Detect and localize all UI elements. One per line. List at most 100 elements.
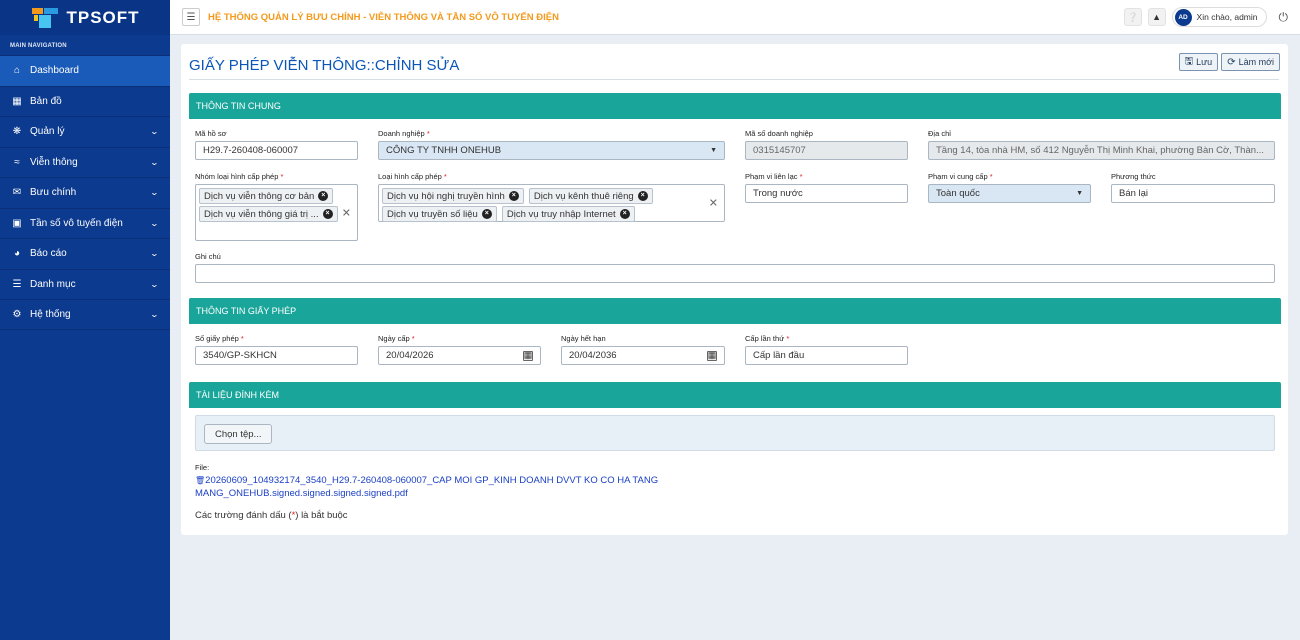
pham-vi-lien-lac-input[interactable]: Trong nước [745, 184, 908, 203]
home-icon: ⌂ [13, 65, 21, 77]
sidebar-item-catalog[interactable]: ☰ Danh mục ⌄ [0, 268, 170, 300]
refresh-icon: ⟳ [1227, 56, 1236, 68]
sidebar-item-dashboard[interactable]: ⌂ Dashboard [0, 55, 170, 86]
field-ngay-cap: Ngày cấp * 20/04/2026 ▦ [378, 334, 541, 365]
loai-hinh-multiselect[interactable]: Dịch vụ hội nghị truyền hình × Dịch vụ kê… [378, 184, 725, 222]
attached-file-link[interactable]: 🗑20260609_104932174_3540_H29.7-260408-06… [195, 474, 675, 500]
field-ghi-chu: Ghi chú [195, 252, 1275, 283]
so-giay-phep-label: Số giấy phép * [195, 334, 358, 343]
ngay-het-han-label: Ngày hết hạn [561, 334, 606, 343]
sidebar-item-label: Quản lý [30, 126, 65, 138]
required-note: Các trường đánh dấu (*) là bắt buộc [195, 510, 348, 521]
required-mark: * [989, 172, 993, 181]
doanh-nghiep-select[interactable]: CÔNG TY TNHH ONEHUB ▼ [378, 141, 725, 160]
field-ma-so-dn: Mã số doanh nghiệp 0315145707 [745, 129, 908, 160]
field-phuong-thuc: Phương thức Bán lại [1111, 172, 1275, 203]
save-label: Lưu [1196, 57, 1213, 67]
sidebar-item-system[interactable]: ⚙ Hệ thống ⌄ [0, 299, 170, 330]
clear-selection-icon[interactable]: ✕ [709, 197, 718, 210]
save-button[interactable]: 🖫 Lưu [1178, 53, 1219, 71]
sidebar-item-label: Hệ thống [30, 308, 71, 320]
ghi-chu-input[interactable] [195, 264, 1275, 283]
sidebar-item-map[interactable]: ▦ Bản đồ [0, 85, 170, 117]
sidebar-item-radio-frequency[interactable]: ▣ Tần số vô tuyến điện ⌄ [0, 207, 170, 239]
sidebar-item-label: Viễn thông [30, 156, 78, 168]
menu-toggle-button[interactable]: ☰ [182, 8, 200, 26]
nav-header: MAIN NAVIGATION [10, 43, 67, 49]
chevron-down-icon: ⌄ [149, 279, 160, 289]
required-mark: * [280, 172, 284, 181]
chevron-down-icon: ⌄ [149, 218, 160, 228]
trash-icon[interactable]: 🗑 [195, 476, 205, 485]
notifications-button[interactable]: ▲ [1147, 8, 1166, 26]
calendar-icon[interactable]: ▦ [523, 350, 533, 361]
cap-lan-thu-input[interactable]: Cấp lần đầu [745, 346, 908, 365]
sidebar-item-telecom[interactable]: ≈ Viễn thông ⌄ [0, 146, 170, 178]
refresh-label: Làm mới [1238, 57, 1274, 67]
tag-label: Dịch vụ hội nghị truyền hình [387, 190, 505, 202]
chevron-down-icon: ⌄ [149, 157, 160, 167]
ngay-het-han-input[interactable]: 20/04/2036 ▦ [561, 346, 725, 365]
title-divider [189, 79, 1279, 80]
user-menu[interactable]: AD Xin chào, admin [1171, 7, 1267, 27]
pham-vi-cung-cap-select[interactable]: Toàn quốc ▼ [928, 184, 1091, 203]
sidebar: TPSOFT MAIN NAVIGATION ⌂ Dashboard ▦ Bản… [0, 0, 170, 640]
doanh-nghiep-label: Doanh nghiệp * [378, 129, 725, 138]
choose-file-button[interactable]: Chọn tệp... [204, 424, 273, 444]
remove-tag-icon[interactable]: × [318, 191, 329, 201]
ma-ho-so-input[interactable]: H29.7-260408-060007 [195, 141, 358, 160]
ma-so-dn-input: 0315145707 [745, 141, 908, 160]
ma-so-dn-label: Mã số doanh nghiệp [745, 129, 813, 138]
remove-tag-icon[interactable]: × [508, 191, 519, 201]
logo[interactable]: TPSOFT [0, 0, 170, 35]
phuong-thuc-label: Phương thức [1111, 172, 1156, 181]
chevron-down-icon: ⌄ [149, 127, 160, 137]
ngay-cap-input[interactable]: 20/04/2026 ▦ [378, 346, 541, 365]
ngay-het-han-value: 20/04/2036 [569, 350, 617, 361]
upload-dropzone[interactable]: Chọn tệp... [195, 415, 1275, 451]
tag-nhom-loai-hinh: Dịch vụ viễn thông cơ bản × [199, 188, 334, 204]
main-card: GIẤY PHÉP VIỄN THÔNG::CHỈNH SỬA 🖫 Lưu ⟳ … [181, 44, 1288, 535]
file-label: File: [195, 463, 210, 472]
tag-label: Dịch vụ viễn thông cơ bản [204, 190, 315, 202]
refresh-button[interactable]: ⟳ Làm mới [1221, 53, 1280, 71]
user-greeting: Xin chào, admin [1196, 12, 1258, 22]
required-mark: * [799, 172, 803, 181]
logout-power-icon[interactable]: ⏻ [1279, 10, 1289, 25]
phuong-thuc-input[interactable]: Bán lại [1111, 184, 1275, 203]
sidebar-item-management[interactable]: ❋ Quản lý ⌄ [0, 116, 170, 147]
clear-selection-icon[interactable]: ✕ [342, 206, 351, 219]
so-giay-phep-label-text: Số giấy phép [195, 334, 239, 343]
field-pham-vi-lien-lac: Phạm vi liên lạc * Trong nước [745, 172, 908, 203]
page-actions: 🖫 Lưu ⟳ Làm mới [1178, 53, 1280, 71]
remove-tag-icon[interactable]: × [637, 191, 648, 201]
field-ma-ho-so: Mã hồ sơ H29.7-260408-060007 [195, 129, 358, 160]
wifi-icon: ≈ [14, 156, 20, 168]
nhom-loai-hinh-multiselect[interactable]: Dịch vụ viễn thông cơ bản × Dịch vụ viễn … [195, 184, 358, 241]
cog-icon: ⚙ [12, 308, 22, 320]
sidebar-item-postal[interactable]: ✉ Bưu chính ⌄ [0, 177, 170, 208]
logo-icon [32, 7, 59, 28]
tag-label: Dịch vụ truy nhập Internet [506, 208, 616, 220]
file-name: 20260609_104932174_3540_H29.7-260408-060… [195, 475, 659, 499]
required-mark: * [443, 172, 447, 181]
field-doanh-nghiep: Doanh nghiệp * CÔNG TY TNHH ONEHUB ▼ [378, 129, 725, 160]
remove-tag-icon[interactable]: × [481, 209, 492, 219]
remove-tag-icon[interactable]: × [322, 209, 333, 219]
list-icon: ☰ [12, 278, 22, 290]
remove-tag-icon[interactable]: × [619, 209, 630, 219]
topbar: ☰ HỆ THỐNG QUẢN LÝ BƯU CHÍNH - VIỄN THÔN… [170, 0, 1300, 35]
logo-text: TPSOFT [66, 7, 140, 27]
tag-nhom-loai-hinh: Dịch vụ viễn thông giá trị ... × [199, 206, 338, 222]
tag-loai-hinh: Dịch vụ truy nhập Internet × [501, 206, 635, 222]
sidebar-item-reports[interactable]: ◕ Báo cáo ⌄ [0, 238, 170, 269]
gears-icon: ❋ [12, 126, 22, 138]
hamburger-icon: ☰ [186, 11, 196, 23]
help-button[interactable]: ❔ [1123, 8, 1142, 26]
caret-down-icon: ▼ [1076, 190, 1083, 197]
calendar-icon[interactable]: ▦ [707, 350, 717, 361]
envelope-icon: ✉ [12, 187, 22, 199]
required-mark: * [240, 334, 244, 343]
tag-loai-hinh: Dịch vụ kênh thuê riêng × [528, 188, 653, 204]
so-giay-phep-input[interactable]: 3540/GP-SKHCN [195, 346, 358, 365]
